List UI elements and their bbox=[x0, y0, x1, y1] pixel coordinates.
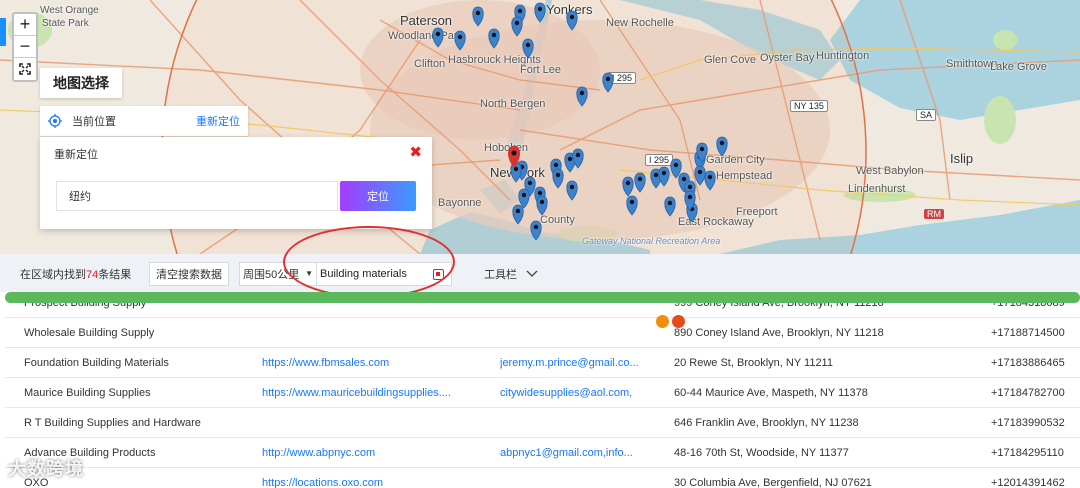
table-row[interactable]: Maurice Building Supplies https://www.mau… bbox=[5, 378, 1080, 408]
map-pin-marker[interactable] bbox=[488, 28, 500, 49]
relocate-panel: 重新定位 ✖ 纽约 定位 bbox=[40, 137, 432, 229]
location-input[interactable]: 纽约 bbox=[56, 181, 338, 211]
map-pin-marker[interactable] bbox=[716, 136, 728, 157]
map-pin-marker[interactable] bbox=[694, 165, 706, 186]
table-row[interactable]: OXO https://locations.oxo.com 30 Columbia … bbox=[5, 468, 1080, 488]
cell-phone: +12014391462 bbox=[991, 477, 1065, 488]
map-pin-marker[interactable] bbox=[626, 195, 638, 216]
keyword-search-input[interactable]: Building materials bbox=[316, 262, 452, 286]
map-pin-marker[interactable] bbox=[658, 166, 670, 187]
toolbar-menu[interactable]: 工具栏 bbox=[484, 266, 538, 282]
map-pin-marker[interactable] bbox=[472, 6, 484, 27]
cell-website[interactable]: https://www.mauricebuildingsupplies.... bbox=[262, 387, 468, 399]
loading-dot-red bbox=[672, 315, 685, 328]
radius-select-value: 周围50公里 bbox=[243, 269, 300, 281]
cell-phone: +17183990532 bbox=[991, 417, 1065, 429]
map-pin-marker[interactable] bbox=[512, 204, 524, 225]
table-row[interactable]: R T Building Supplies and Hardware 646 Fr… bbox=[5, 408, 1080, 438]
toolbar-menu-label: 工具栏 bbox=[484, 269, 517, 281]
map-pin-marker[interactable] bbox=[530, 220, 542, 241]
result-count: 74 bbox=[86, 269, 99, 281]
cell-email[interactable]: jeremy.m.prince@gmail.co... bbox=[500, 357, 646, 369]
chevron-down-icon bbox=[526, 270, 538, 277]
cell-address: 890 Coney Island Ave, Brooklyn, NY 11218 bbox=[674, 327, 884, 339]
app-root: + − Paterson Yonkers New Rochelle Woodla… bbox=[0, 0, 1080, 488]
table-row[interactable]: Advance Building Products http://www.abpn… bbox=[5, 438, 1080, 468]
cell-phone: +17183886465 bbox=[991, 357, 1065, 369]
map-pin-marker[interactable] bbox=[664, 196, 676, 217]
cell-address: 646 Franklin Ave, Brooklyn, NY 11238 bbox=[674, 417, 859, 429]
map-pin-marker[interactable] bbox=[602, 72, 614, 93]
map-pin-marker[interactable] bbox=[536, 195, 548, 216]
results-toolbar: 在区域内找到74条结果 清空搜索数据 周围50公里 ▼ Building mate… bbox=[0, 254, 1080, 292]
cell-name: Wholesale Building Supply bbox=[24, 327, 155, 339]
cell-website[interactable]: https://locations.oxo.com bbox=[262, 477, 468, 488]
search-progress-bar bbox=[5, 292, 1080, 303]
map-pin-marker[interactable] bbox=[510, 162, 522, 183]
results-table[interactable]: Prospect Building Supply 999 Coney Island… bbox=[0, 288, 1080, 488]
result-count-text: 在区域内找到74条结果 bbox=[20, 266, 131, 282]
cell-phone: +17184295110 bbox=[991, 447, 1064, 459]
cell-phone: +17184782700 bbox=[991, 387, 1065, 399]
cell-email[interactable]: citywidesupplies@aol.com, bbox=[500, 387, 646, 399]
map-view[interactable]: + − Paterson Yonkers New Rochelle Woodla… bbox=[0, 0, 1080, 254]
keyword-search-value: Building materials bbox=[320, 268, 407, 280]
map-pin-marker[interactable] bbox=[634, 172, 646, 193]
map-pin-marker[interactable] bbox=[576, 86, 588, 107]
map-pin-marker[interactable] bbox=[432, 27, 444, 48]
close-icon[interactable]: ✖ bbox=[409, 143, 422, 161]
table-row[interactable]: Wholesale Building Supply 890 Coney Islan… bbox=[5, 318, 1080, 348]
clear-search-button[interactable]: 清空搜索数据 bbox=[149, 262, 229, 286]
map-pin-marker[interactable] bbox=[566, 180, 578, 201]
result-prefix: 在区域内找到 bbox=[20, 269, 86, 281]
radius-select[interactable]: 周围50公里 ▼ bbox=[239, 262, 317, 286]
stop-search-icon[interactable] bbox=[433, 269, 444, 280]
map-pin-marker[interactable] bbox=[566, 10, 578, 31]
map-pin-marker[interactable] bbox=[511, 16, 523, 37]
map-pin-marker[interactable] bbox=[552, 168, 564, 189]
cell-address: 48-16 70th St, Woodside, NY 11377 bbox=[674, 447, 849, 459]
relocate-panel-title: 重新定位 bbox=[54, 149, 98, 161]
relocate-link[interactable]: 重新定位 bbox=[196, 113, 240, 129]
table-row[interactable]: Foundation Building Materials https://www… bbox=[5, 348, 1080, 378]
cell-website[interactable]: https://www.fbmsales.com bbox=[262, 357, 468, 369]
cell-phone: +17188714500 bbox=[991, 327, 1065, 339]
chevron-down-icon: ▼ bbox=[305, 269, 313, 278]
cell-address: 30 Columbia Ave, Bergenfield, NJ 07621 bbox=[674, 477, 872, 488]
cell-name: Foundation Building Materials bbox=[24, 357, 169, 369]
map-pin-marker[interactable] bbox=[522, 38, 534, 59]
current-location-bar: 当前位置 重新定位 bbox=[40, 106, 248, 136]
cell-website[interactable]: http://www.abpnyc.com bbox=[262, 447, 468, 459]
cell-name: Maurice Building Supplies bbox=[24, 387, 151, 399]
loading-dot-orange bbox=[656, 315, 669, 328]
current-location-label: 当前位置 bbox=[72, 116, 116, 128]
cell-name: R T Building Supplies and Hardware bbox=[24, 417, 201, 429]
map-select-title: 地图选择 bbox=[40, 68, 122, 98]
cell-address: 60-44 Maurice Ave, Maspeth, NY 11378 bbox=[674, 387, 868, 399]
locate-crosshair-icon[interactable] bbox=[48, 114, 62, 128]
locate-button[interactable]: 定位 bbox=[340, 181, 416, 211]
cell-address: 20 Rewe St, Brooklyn, NY 11211 bbox=[674, 357, 833, 369]
watermark-logo: 大数跨境 bbox=[8, 459, 84, 479]
map-pin-marker[interactable] bbox=[622, 176, 634, 197]
result-suffix: 条结果 bbox=[98, 269, 132, 281]
map-pin-marker[interactable] bbox=[454, 30, 466, 51]
map-pin-marker[interactable] bbox=[704, 170, 716, 191]
map-pin-marker[interactable] bbox=[534, 2, 546, 23]
cell-email[interactable]: abpnyc1@gmail.com,info... bbox=[500, 447, 646, 459]
